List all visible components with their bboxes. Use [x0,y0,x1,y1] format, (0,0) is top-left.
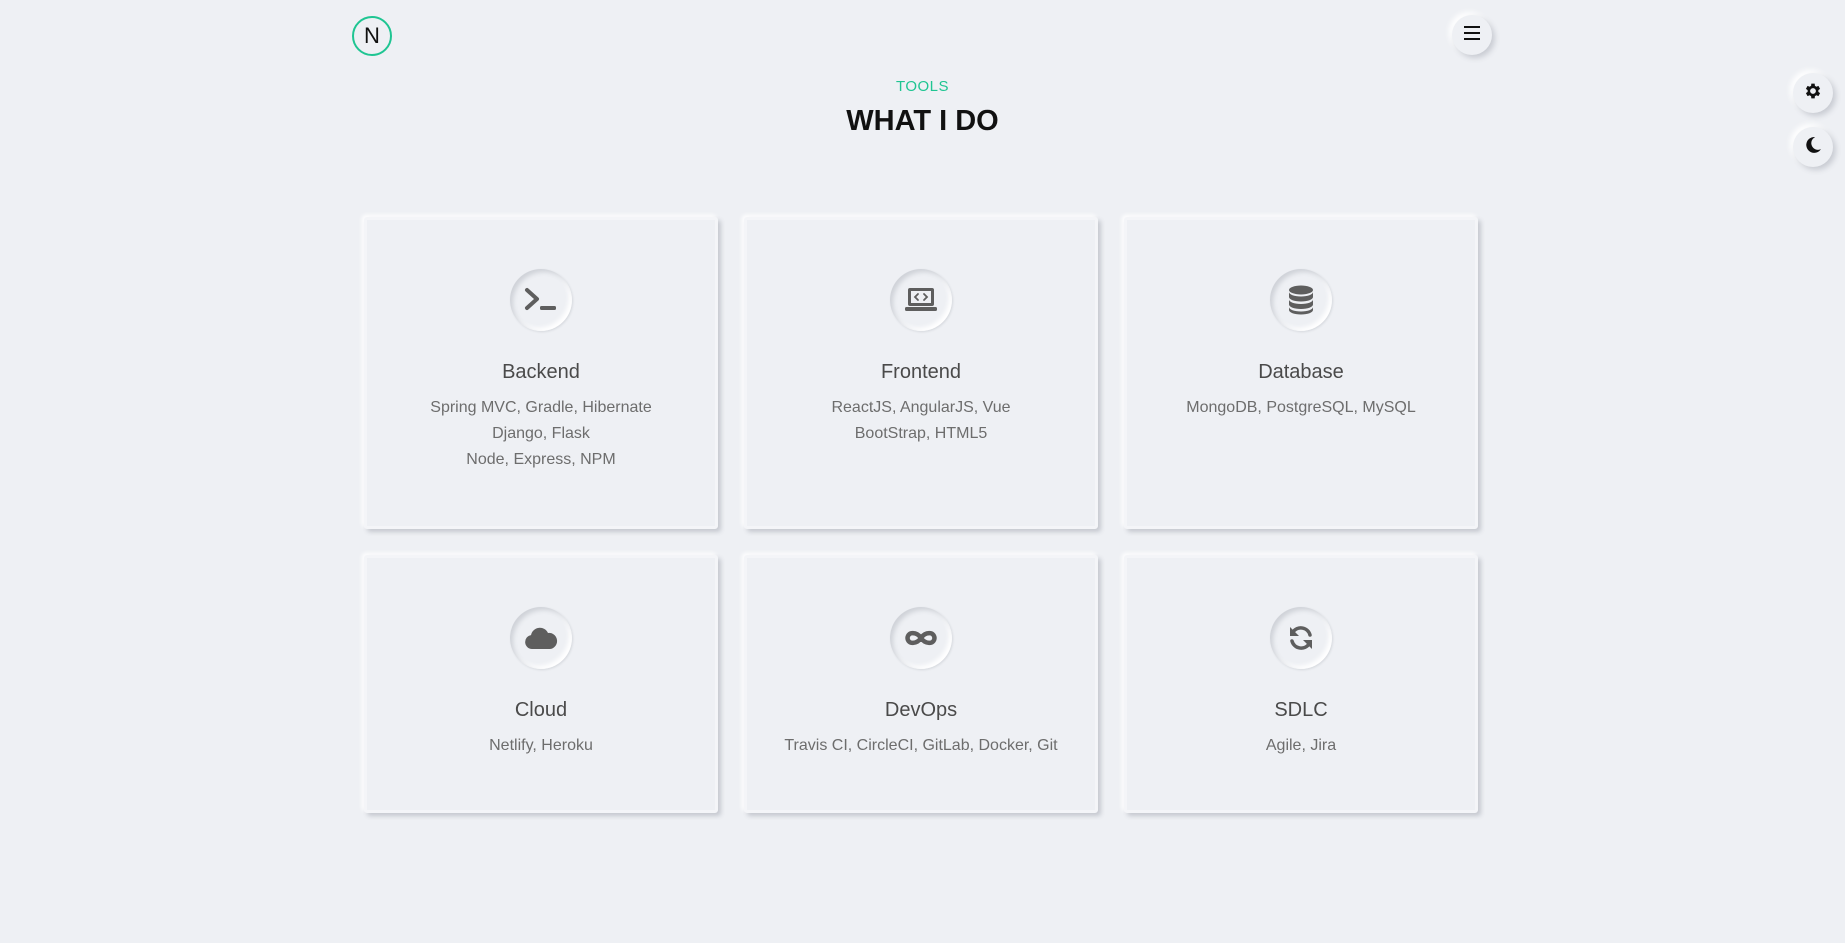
card-line: Node, Express, NPM [466,451,616,468]
cloud-icon [510,607,572,669]
tool-card-devops: DevOps Travis CI, CircleCI, GitLab, Dock… [744,555,1098,813]
hamburger-icon [1464,25,1480,45]
tool-card-frontend: Frontend ReactJS, AngularJS, Vue BootStr… [744,217,1098,529]
infinity-icon [890,607,952,669]
card-line: BootStrap, HTML5 [854,425,988,442]
tools-grid: Backend Spring MVC, Gradle, Hibernate Dj… [364,217,1480,817]
card-line: Django, Flask [492,425,590,442]
card-line: Netlify, Heroku [489,737,593,754]
tool-card-sdlc: SDLC Agile, Jira [1124,555,1478,813]
card-line: Spring MVC, Gradle, Hibernate [430,399,652,416]
logo-link[interactable]: N [352,16,392,56]
section-eyebrow: TOOLS [895,78,950,95]
page: N TOOLS WHAT I DO Backend Spring MVC, Gr… [0,0,1845,943]
card-line: ReactJS, AngularJS, Vue [831,399,1011,416]
card-line: Travis CI, CircleCI, GitLab, Docker, Git [784,737,1058,754]
card-line: MongoDB, PostgreSQL, MySQL [1186,399,1416,416]
card-line: Agile, Jira [1265,737,1337,754]
menu-button[interactable] [1452,15,1492,55]
laptop-code-icon [890,269,952,331]
card-title: Frontend [880,361,962,383]
card-title: Database [1258,361,1344,383]
tool-card-database: Database MongoDB, PostgreSQL, MySQL [1124,217,1478,529]
card-title: Cloud [514,699,568,721]
database-icon [1270,269,1332,331]
sync-icon [1270,607,1332,669]
section-heading: WHAT I DO [846,105,999,137]
logo-letter: N [364,23,380,48]
card-title: DevOps [884,699,958,721]
card-title: Backend [502,361,580,383]
terminal-icon [510,269,572,331]
card-title: SDLC [1274,699,1328,721]
tool-card-backend: Backend Spring MVC, Gradle, Hibernate Dj… [364,217,718,529]
tool-card-cloud: Cloud Netlify, Heroku [364,555,718,813]
moon-icon [1803,135,1823,160]
